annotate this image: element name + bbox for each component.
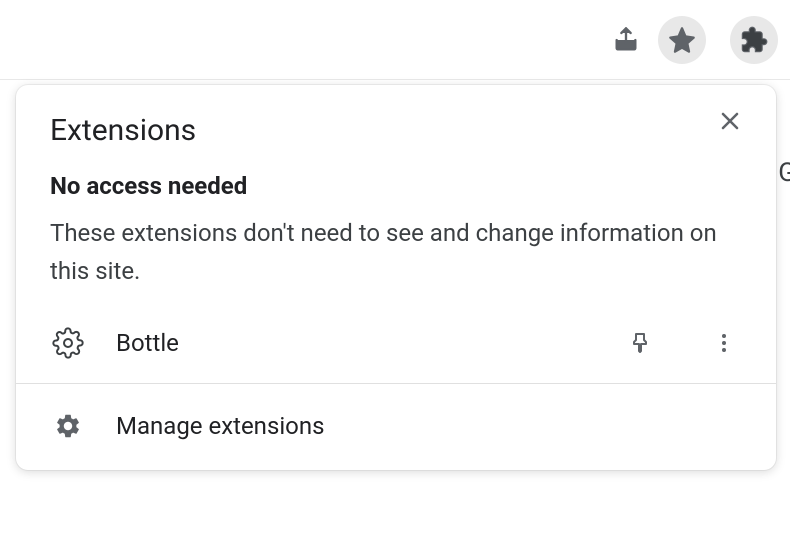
browser-toolbar bbox=[0, 0, 790, 80]
section-heading: No access needed bbox=[50, 172, 742, 200]
extension-settings-icon bbox=[50, 325, 86, 361]
more-vert-icon bbox=[712, 331, 736, 355]
manage-gear-icon bbox=[50, 408, 86, 444]
star-icon bbox=[668, 26, 696, 54]
extension-row[interactable]: Bottle bbox=[16, 311, 776, 383]
manage-extensions-label: Manage extensions bbox=[116, 412, 325, 440]
share-icon bbox=[612, 26, 640, 54]
extension-name: Bottle bbox=[116, 329, 592, 357]
popup-title: Extensions bbox=[50, 113, 196, 148]
section-description: These extensions don't need to see and c… bbox=[50, 214, 742, 291]
pin-button[interactable] bbox=[622, 325, 658, 361]
background-letter: G bbox=[778, 158, 790, 188]
bookmark-button[interactable] bbox=[658, 16, 706, 64]
gear-icon bbox=[52, 327, 84, 359]
gear-solid-icon bbox=[54, 412, 82, 440]
puzzle-icon bbox=[740, 26, 768, 54]
extensions-button[interactable] bbox=[730, 16, 778, 64]
close-icon bbox=[718, 109, 742, 133]
pin-icon bbox=[628, 331, 652, 355]
close-button[interactable] bbox=[712, 103, 748, 139]
access-section: No access needed These extensions don't … bbox=[16, 148, 776, 311]
share-button[interactable] bbox=[602, 16, 650, 64]
more-button[interactable] bbox=[706, 325, 742, 361]
manage-extensions-button[interactable]: Manage extensions bbox=[16, 384, 776, 470]
extensions-popup: Extensions No access needed These extens… bbox=[16, 85, 776, 470]
popup-header: Extensions bbox=[16, 103, 776, 148]
